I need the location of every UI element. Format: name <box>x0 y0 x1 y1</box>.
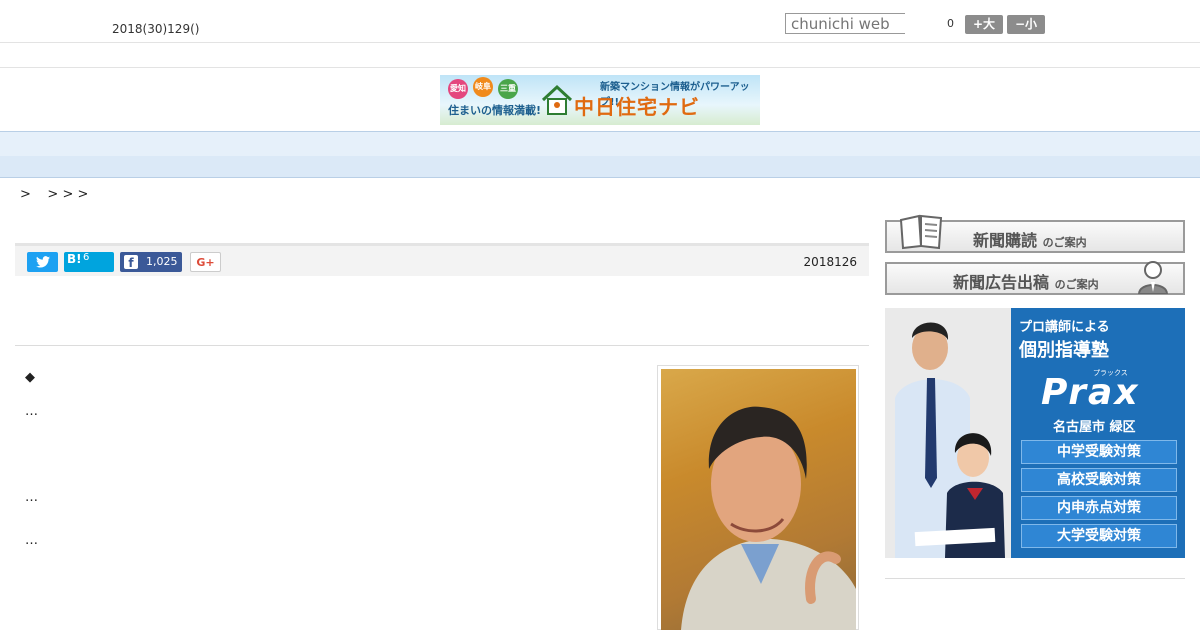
ad-small-text: のご案内 <box>1054 278 1099 291</box>
facebook-share-button[interactable]: f 1,025 <box>120 252 182 272</box>
subscription-label: 新聞購読 のご案内 <box>973 227 1087 251</box>
banner-tagline: 住まいの情報満載! <box>448 104 542 117</box>
facebook-count: 1,025 <box>146 255 178 268</box>
banner-bubble-aichi: 愛知 <box>448 79 468 99</box>
twitter-share-button[interactable] <box>27 252 58 272</box>
sidebar-divider <box>885 578 1185 579</box>
newspaper-icon <box>899 214 943 250</box>
google-plus-share-button[interactable]: G+ <box>190 252 221 272</box>
article-divider <box>15 345 869 346</box>
prax-ad[interactable]: プロ講師による 個別指導塾 プラックス Prax 名古屋市 緑区 中学受験対策 … <box>885 308 1185 558</box>
twitter-icon <box>35 256 50 268</box>
ad-blue-panel: プロ講師による 個別指導塾 プラックス Prax 名古屋市 緑区 中学受験対策 … <box>1011 308 1185 558</box>
ad-subtitle: 個別指導塾 <box>1019 340 1109 361</box>
portrait-image <box>681 406 856 630</box>
ad-pill-4: 大学受験対策 <box>1021 524 1177 548</box>
subscription-main-text: 新聞購読 <box>973 231 1038 250</box>
ad-title: プロ講師による <box>1019 320 1110 335</box>
article-line-1: ◆ <box>25 370 35 385</box>
hatena-count: 6 <box>83 252 90 263</box>
share-bar: B! 6 f 1,025 G+ 2018126 <box>15 243 869 276</box>
hatena-label: B! <box>67 252 82 266</box>
ad-main-text: 新聞広告出稿 <box>953 273 1050 292</box>
newspaper-subscription-button[interactable]: 新聞購読 のご案内 <box>885 214 1185 253</box>
newspaper-ad-button[interactable]: 新聞広告出稿 のご案内 <box>885 261 1185 295</box>
counter-value: 0 <box>947 17 954 30</box>
banner-bubble-mie: 三重 <box>498 79 518 99</box>
ad-pill-1: 中学受験対策 <box>1021 440 1177 464</box>
housing-navi-banner[interactable]: 愛知 岐阜 三重 住まいの情報満載! 新築マンション情報がパワーアップ!! 中日… <box>440 75 760 125</box>
ad-pill-3: 内申赤点対策 <box>1021 496 1177 520</box>
search-input[interactable] <box>785 13 905 34</box>
hatena-bookmark-button[interactable]: B! 6 <box>64 252 114 272</box>
person-icon <box>1137 261 1169 294</box>
sub-bar <box>0 43 1200 68</box>
publish-date: 2018126 <box>803 255 857 269</box>
font-smaller-button[interactable]: −小 <box>1007 15 1045 34</box>
article-line-4: … <box>25 533 38 548</box>
header-date: 2018(30)129() <box>112 22 200 36</box>
article-photo[interactable] <box>661 369 856 630</box>
ad-label: 新聞広告出稿 のご案内 <box>953 269 1099 293</box>
sub-nav <box>0 156 1200 178</box>
ad-brand: Prax <box>1041 372 1140 413</box>
subscription-small-text: のご案内 <box>1042 236 1087 249</box>
main-nav <box>0 131 1200 157</box>
font-larger-button[interactable]: +大 <box>965 15 1003 34</box>
article-line-2: … <box>25 404 38 419</box>
ad-location: 名古屋市 緑区 <box>1053 420 1136 435</box>
ad-pill-2: 高校受験対策 <box>1021 468 1177 492</box>
facebook-icon: f <box>124 255 138 270</box>
banner-bubble-gifu: 岐阜 <box>473 77 493 97</box>
breadcrumb[interactable]: > > > > <box>20 187 88 202</box>
article-line-3: … <box>25 490 38 505</box>
ad-photo <box>885 308 1011 558</box>
banner-name: 中日住宅ナビ <box>574 95 700 119</box>
house-icon <box>541 84 573 115</box>
